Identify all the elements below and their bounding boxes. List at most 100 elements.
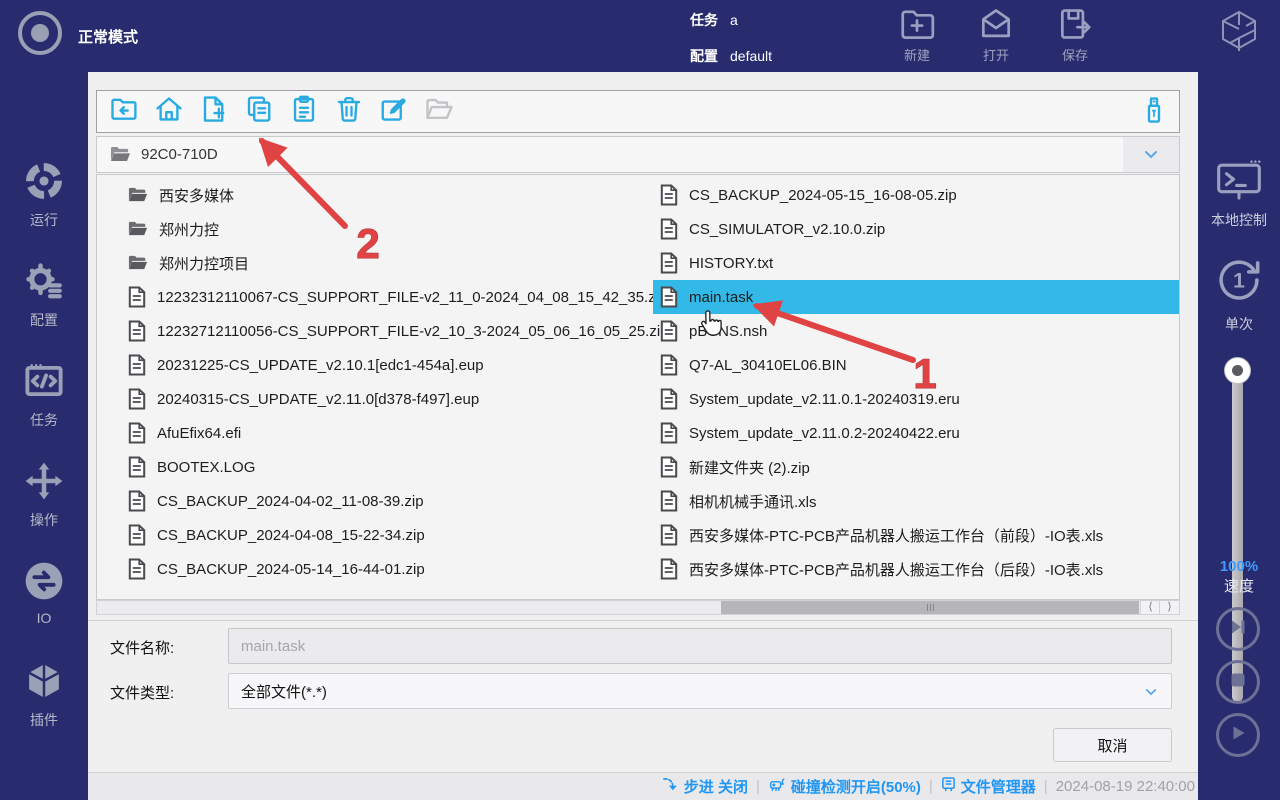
sidebar-item-io[interactable]: IO bbox=[0, 560, 88, 626]
open-task-button[interactable]: 打开 bbox=[968, 5, 1024, 67]
file-list-column-right: CS_BACKUP_2024-05-15_16-08-05.zip CS_SIM… bbox=[653, 175, 1179, 599]
file-icon bbox=[659, 320, 679, 342]
stop-button[interactable] bbox=[1216, 660, 1260, 704]
file-list-item[interactable]: 西安多媒体-PTC-PCB产品机器人搬运工作台（前段）-IO表.xls bbox=[653, 518, 1179, 552]
path-dropdown-button[interactable] bbox=[1123, 137, 1179, 172]
rename-button[interactable] bbox=[379, 97, 409, 127]
step-status-label: 步进 关闭 bbox=[684, 776, 748, 797]
file-icon bbox=[127, 490, 147, 512]
copy-button[interactable] bbox=[244, 97, 274, 127]
file-name: main.task bbox=[689, 289, 753, 306]
file-name-input[interactable] bbox=[228, 628, 1172, 664]
paste-button[interactable] bbox=[289, 97, 319, 127]
file-icon bbox=[127, 456, 147, 478]
new-task-button[interactable]: 新建 bbox=[889, 5, 945, 67]
file-type-value: 全部文件(*.*) bbox=[241, 681, 327, 702]
file-list-item[interactable]: System_update_v2.11.0.2-20240422.eru bbox=[653, 416, 1179, 450]
file-list-item[interactable]: 新建文件夹 (2).zip bbox=[653, 450, 1179, 484]
sidebar-item-label: 配置 bbox=[0, 310, 88, 330]
file-list-item[interactable]: HISTORY.txt bbox=[653, 246, 1179, 280]
sidebar-item-operate[interactable]: 操作 bbox=[0, 460, 88, 530]
horizontal-scrollbar[interactable]: ⟨ ⟩ bbox=[96, 600, 1180, 615]
sidebar-item-run[interactable]: 运行 bbox=[0, 160, 88, 230]
usb-icon bbox=[1139, 95, 1169, 130]
file-list-item[interactable]: 20231225-CS_UPDATE_v2.10.1[edc1-454a].eu… bbox=[97, 348, 653, 382]
file-name-label: 文件名称: bbox=[110, 637, 174, 658]
sidebar-item-task[interactable]: 任务 bbox=[0, 360, 88, 430]
file-list-item[interactable]: AfuEfix64.efi bbox=[97, 416, 653, 450]
file-list-item[interactable]: CS_BACKUP_2024-04-08_15-22-34.zip bbox=[97, 518, 653, 552]
file-list-item[interactable]: CS_SIMULATOR_v2.10.0.zip bbox=[653, 212, 1179, 246]
file-list-item[interactable]: System_update_v2.11.0.1-20240319.eru bbox=[653, 382, 1179, 416]
file-list-item[interactable]: CS_BACKUP_2024-05-14_16-44-01.zip bbox=[97, 552, 653, 586]
file-list-item[interactable]: 12232712110056-CS_SUPPORT_FILE-v2_10_3-2… bbox=[97, 314, 653, 348]
step-next-button[interactable] bbox=[1216, 607, 1260, 651]
speed-percent: 100% bbox=[1198, 557, 1280, 577]
open-folder-button[interactable] bbox=[424, 97, 454, 127]
file-list-item[interactable]: 20240315-CS_UPDATE_v2.11.0[d378-f497].eu… bbox=[97, 382, 653, 416]
file-name: 相机机械手通讯.xls bbox=[689, 491, 817, 512]
play-button[interactable] bbox=[1216, 713, 1260, 757]
local-control-button[interactable]: 本地控制 bbox=[1198, 158, 1280, 230]
collision-status-label: 碰撞检测开启(50%) bbox=[791, 776, 921, 797]
file-name: 郑州力控 bbox=[159, 219, 219, 240]
new-file-button[interactable] bbox=[199, 97, 229, 127]
scrollbar-thumb[interactable] bbox=[721, 601, 1139, 614]
file-icon bbox=[127, 422, 147, 444]
brand-cube-logo bbox=[1214, 8, 1264, 65]
file-list-item[interactable]: 西安多媒体-PTC-PCB产品机器人搬运工作台（后段）-IO表.xls bbox=[653, 552, 1179, 586]
local-control-label: 本地控制 bbox=[1198, 210, 1280, 230]
usb-device-button[interactable] bbox=[1139, 97, 1169, 127]
single-cycle-icon: 1 bbox=[1213, 293, 1265, 310]
separator: | bbox=[756, 778, 760, 795]
speed-slider-track[interactable] bbox=[1232, 364, 1243, 702]
file-icon bbox=[659, 388, 679, 410]
file-list-item[interactable]: CS_BACKUP_2024-05-15_16-08-05.zip bbox=[653, 178, 1179, 212]
sidebar-item-config[interactable]: 配置 bbox=[0, 260, 88, 330]
speed-readout: 100% 速度 bbox=[1198, 557, 1280, 597]
file-list-item[interactable]: 12232312110067-CS_SUPPORT_FILE-v2_11_0-2… bbox=[97, 280, 653, 314]
home-button[interactable] bbox=[154, 97, 184, 127]
step-icon bbox=[662, 776, 679, 797]
status-bar: 步进 关闭 | 碰撞检测开启(50%) | 文件管理器 | 2024-08-19… bbox=[88, 772, 1198, 800]
sidebar-item-plugin[interactable]: 插件 bbox=[0, 660, 88, 730]
file-name: CS_BACKUP_2024-04-08_15-22-34.zip bbox=[157, 527, 425, 544]
skip-icon bbox=[1228, 617, 1248, 642]
file-type-select[interactable]: 全部文件(*.*) bbox=[228, 673, 1172, 709]
sidebar-item-label: 插件 bbox=[0, 710, 88, 730]
single-cycle-button[interactable]: 1 单次 bbox=[1198, 254, 1280, 334]
file-icon bbox=[659, 422, 679, 444]
home-icon bbox=[154, 94, 184, 129]
gear-icon bbox=[23, 289, 65, 306]
delete-button[interactable] bbox=[334, 97, 364, 127]
folder-icon bbox=[127, 185, 149, 205]
path-combobox[interactable]: 92C0-710D bbox=[96, 136, 1180, 173]
file-name: CS_BACKUP_2024-04-02_11-08-39.zip bbox=[157, 493, 424, 510]
scroll-right-button[interactable]: ⟩ bbox=[1159, 601, 1179, 614]
speed-slider-knob[interactable] bbox=[1224, 357, 1251, 384]
save-task-button[interactable]: 保存 bbox=[1047, 5, 1103, 67]
file-name: Q7-AL_30410EL06.BIN bbox=[689, 357, 847, 374]
file-list-item[interactable]: BOOTEX.LOG bbox=[97, 450, 653, 484]
sidebar-item-label: 任务 bbox=[0, 410, 88, 430]
file-list-item[interactable]: CS_BACKUP_2024-04-02_11-08-39.zip bbox=[97, 484, 653, 518]
file-list-item[interactable]: pBUNS.nsh bbox=[653, 314, 1179, 348]
file-name: 郑州力控项目 bbox=[159, 253, 249, 274]
chevron-down-icon bbox=[1144, 146, 1158, 164]
file-list-item[interactable]: 郑州力控 bbox=[97, 212, 653, 246]
delete-icon bbox=[334, 94, 364, 129]
file-list-item[interactable]: 相机机械手通讯.xls bbox=[653, 484, 1179, 518]
file-list-item[interactable]: Q7-AL_30410EL06.BIN bbox=[653, 348, 1179, 382]
file-list-item[interactable]: 西安多媒体 bbox=[97, 178, 653, 212]
open-folder-icon bbox=[424, 94, 454, 129]
scroll-left-button[interactable]: ⟨ bbox=[1140, 601, 1160, 614]
file-list-item[interactable]: main.task bbox=[653, 280, 1179, 314]
right-sidebar: 本地控制 1 单次 100% 速度 bbox=[1198, 72, 1280, 800]
file-icon bbox=[127, 388, 147, 410]
cancel-button[interactable]: 取消 bbox=[1053, 728, 1172, 762]
file-list-item[interactable]: 郑州力控项目 bbox=[97, 246, 653, 280]
new-task-icon bbox=[898, 5, 936, 43]
folder-back-button[interactable] bbox=[109, 97, 139, 127]
file-name: System_update_v2.11.0.2-20240422.eru bbox=[689, 425, 960, 442]
stop-icon bbox=[1230, 672, 1246, 693]
